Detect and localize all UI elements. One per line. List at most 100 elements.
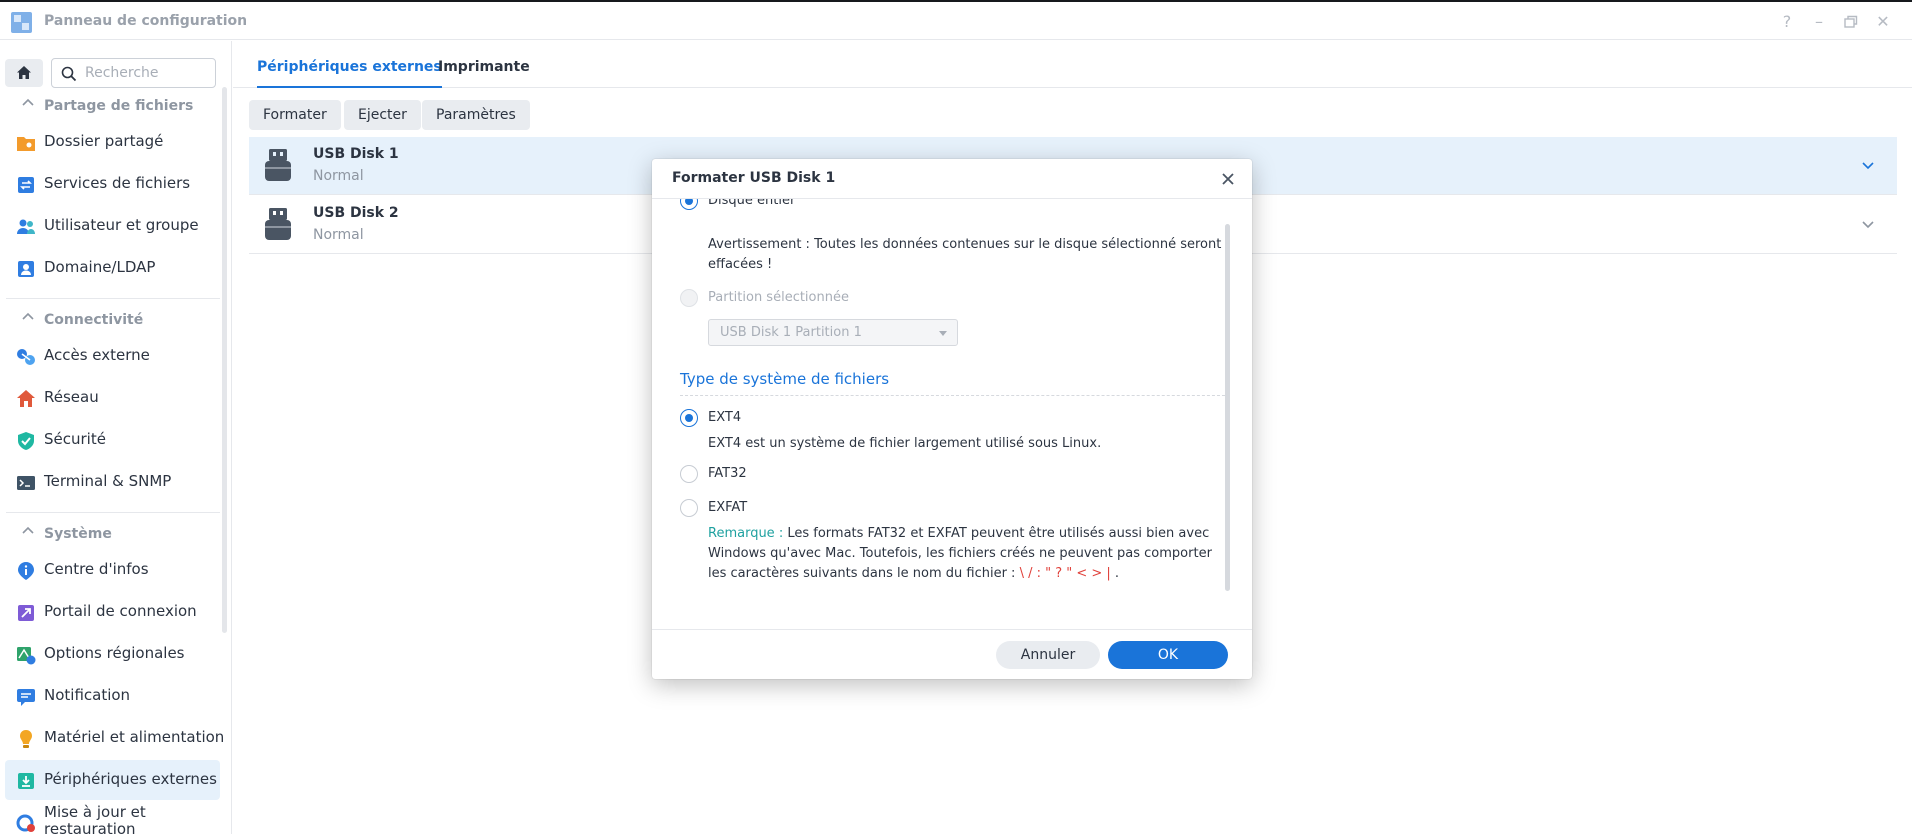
chevron-up-icon — [22, 98, 34, 106]
security-shield-icon — [18, 432, 34, 450]
info-center-icon — [18, 562, 34, 580]
restore-icon[interactable] — [1839, 10, 1863, 34]
dialog-body: Disque entier Avertissement : Toutes les… — [652, 199, 1252, 629]
section-title: Connectivité — [44, 312, 144, 328]
close-icon[interactable] — [1218, 169, 1238, 189]
exfat-radio[interactable] — [680, 499, 698, 517]
sidebar-item-label: Terminal & SNMP — [44, 472, 172, 490]
partition-select-value: USB Disk 1 Partition 1 — [720, 325, 862, 340]
sidebar-item-external-access[interactable]: Accès externe — [5, 336, 220, 376]
sidebar-item-label: Domaine/LDAP — [44, 258, 156, 276]
sidebar-item-external-devices[interactable]: Périphériques externes — [5, 760, 220, 800]
section-title: Partage de fichiers — [44, 98, 194, 114]
caret-down-icon — [939, 331, 947, 336]
disk-status: Normal — [313, 168, 364, 184]
chevron-up-icon — [22, 312, 34, 320]
dialog-scrollbar[interactable] — [1225, 224, 1230, 591]
section-file-sharing[interactable]: Partage de fichiers — [0, 91, 220, 121]
section-title: Système — [44, 526, 112, 542]
hardware-power-icon — [20, 730, 32, 748]
title-bar: Panneau de configuration ? – ✕ — [0, 2, 1912, 40]
section-connectivity[interactable]: Connectivité — [0, 305, 220, 335]
partition-select[interactable]: USB Disk 1 Partition 1 — [708, 319, 958, 346]
section-divider — [6, 298, 220, 299]
file-services-icon — [18, 177, 34, 193]
notification-icon — [17, 689, 35, 706]
sidebar-item-label: Sécurité — [44, 430, 106, 448]
search-input[interactable] — [85, 64, 210, 82]
selected-partition-label: Partition sélectionnée — [708, 290, 849, 305]
chevron-down-icon[interactable] — [1861, 158, 1875, 172]
sidebar-item-hardware-power[interactable]: Matériel et alimentation — [5, 718, 224, 758]
sidebar-item-label: Options régionales — [44, 644, 185, 662]
note-text: Les formats FAT32 et EXFAT peuvent être … — [708, 526, 1212, 581]
sidebar-item-notification[interactable]: Notification — [5, 676, 220, 716]
chevron-down-icon[interactable] — [1861, 217, 1875, 231]
sidebar: Partage de fichiers Dossier partagé Serv… — [0, 41, 232, 834]
sidebar-item-label: Notification — [44, 686, 131, 704]
sidebar-item-login-portal[interactable]: Portail de connexion — [5, 592, 220, 632]
exfat-label: EXFAT — [708, 500, 748, 515]
ext4-radio[interactable] — [680, 409, 698, 427]
format-button[interactable]: Formater — [249, 100, 341, 130]
sidebar-item-label: Centre d'infos — [44, 560, 149, 578]
network-icon — [17, 390, 35, 407]
tab-printer[interactable]: Imprimante — [438, 59, 530, 75]
section-divider — [6, 512, 220, 513]
ok-button[interactable]: OK — [1108, 641, 1228, 669]
note-forbidden-chars: \ / : " ? " < > | — [1019, 566, 1111, 581]
whole-disk-label: Disque entier — [708, 199, 796, 208]
selected-partition-radio[interactable] — [680, 289, 698, 307]
sidebar-item-user-group[interactable]: Utilisateur et groupe — [5, 206, 220, 246]
sidebar-item-file-services[interactable]: Services de fichiers — [5, 164, 220, 204]
dialog-title: Formater USB Disk 1 — [672, 170, 836, 186]
eject-button[interactable]: Ejecter — [344, 100, 421, 130]
ext4-label: EXT4 — [708, 410, 742, 425]
sidebar-item-update-restore[interactable]: Mise à jour et restauration — [5, 802, 220, 834]
sidebar-item-network[interactable]: Réseau — [5, 378, 220, 418]
tab-external-devices[interactable]: Périphériques externes — [257, 59, 442, 88]
user-group-icon — [17, 219, 35, 234]
sidebar-item-security[interactable]: Sécurité — [5, 420, 220, 460]
sidebar-item-label: Réseau — [44, 388, 99, 406]
search-icon — [61, 66, 77, 82]
fat32-label: FAT32 — [708, 466, 747, 481]
dialog-footer-divider — [652, 629, 1252, 630]
note-key: Remarque : — [708, 526, 784, 541]
sidebar-item-label: Mise à jour et restauration — [44, 803, 146, 834]
sidebar-item-terminal-snmp[interactable]: Terminal & SNMP — [5, 462, 220, 502]
whole-disk-radio[interactable] — [680, 199, 698, 210]
sidebar-scrollbar[interactable] — [222, 87, 227, 633]
warning-text: Avertissement : Toutes les données conte… — [708, 237, 1222, 272]
regional-options-icon — [17, 647, 36, 665]
close-icon[interactable]: ✕ — [1871, 10, 1895, 34]
home-button[interactable] — [5, 59, 43, 87]
sidebar-item-info-center[interactable]: Centre d'infos — [5, 550, 220, 590]
sidebar-item-shared-folder[interactable]: Dossier partagé — [5, 122, 220, 162]
domain-ldap-icon — [18, 261, 34, 277]
sidebar-item-label: Périphériques externes — [44, 770, 217, 788]
format-note: Remarque : Les formats FAT32 et EXFAT pe… — [708, 524, 1228, 584]
control-panel-icon — [11, 12, 32, 33]
cancel-button[interactable]: Annuler — [996, 641, 1100, 669]
fat32-radio[interactable] — [680, 465, 698, 483]
sidebar-item-domain-ldap[interactable]: Domaine/LDAP — [5, 248, 220, 288]
external-access-icon — [17, 349, 35, 365]
update-restore-icon — [16, 814, 35, 832]
disk-name: USB Disk 2 — [313, 205, 399, 221]
search-field[interactable] — [51, 58, 216, 88]
disk-name: USB Disk 1 — [313, 146, 399, 162]
note-end: . — [1110, 566, 1120, 581]
minimize-icon[interactable]: – — [1807, 10, 1831, 34]
ext4-description: EXT4 est un système de fichier largement… — [708, 436, 1102, 451]
sidebar-item-regional-options[interactable]: Options régionales — [5, 634, 220, 674]
help-icon[interactable]: ? — [1775, 10, 1799, 34]
window-title: Panneau de configuration — [44, 13, 248, 29]
sidebar-item-label: Portail de connexion — [44, 602, 197, 620]
settings-button[interactable]: Paramètres — [422, 100, 530, 130]
section-system[interactable]: Système — [0, 519, 220, 549]
home-icon — [17, 66, 31, 79]
disk-status: Normal — [313, 227, 364, 243]
fs-group-title: Type de système de fichiers — [680, 370, 890, 388]
sidebar-item-label: Dossier partagé — [44, 132, 164, 150]
